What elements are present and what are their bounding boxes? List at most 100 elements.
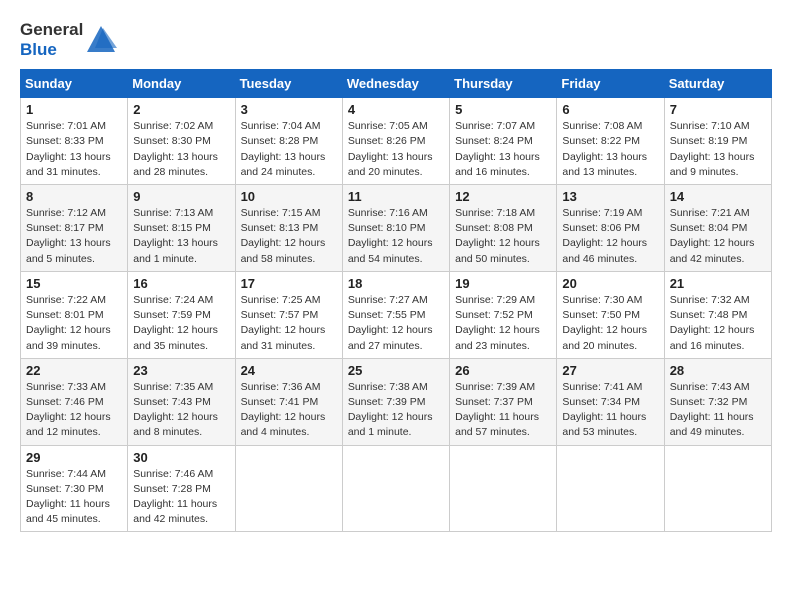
day-cell-4: 4 Sunrise: 7:05 AM Sunset: 8:26 PM Dayli…: [342, 98, 449, 185]
daylight-hours: Daylight: 13 hours and 13 minutes.: [562, 151, 647, 178]
day-cell-28: 28 Sunrise: 7:43 AM Sunset: 7:32 PM Dayl…: [664, 358, 771, 445]
sunrise-time: Sunrise: 7:10 AM: [670, 120, 750, 132]
day-number: 6: [562, 102, 658, 117]
empty-cell: [557, 445, 664, 532]
sunset-time: Sunset: 8:30 PM: [133, 135, 211, 147]
empty-cell: [664, 445, 771, 532]
day-info: Sunrise: 7:08 AM Sunset: 8:22 PM Dayligh…: [562, 119, 658, 180]
daylight-hours: Daylight: 11 hours and 49 minutes.: [670, 411, 754, 438]
sunset-time: Sunset: 7:59 PM: [133, 309, 211, 321]
sunrise-time: Sunrise: 7:08 AM: [562, 120, 642, 132]
sunset-time: Sunset: 8:24 PM: [455, 135, 533, 147]
sunset-time: Sunset: 8:01 PM: [26, 309, 104, 321]
daylight-hours: Daylight: 12 hours and 12 minutes.: [26, 411, 111, 438]
sunrise-time: Sunrise: 7:36 AM: [241, 381, 321, 393]
sunrise-time: Sunrise: 7:33 AM: [26, 381, 106, 393]
sunrise-time: Sunrise: 7:07 AM: [455, 120, 535, 132]
daylight-hours: Daylight: 13 hours and 28 minutes.: [133, 151, 218, 178]
calendar-week-2: 8 Sunrise: 7:12 AM Sunset: 8:17 PM Dayli…: [21, 184, 772, 271]
day-cell-21: 21 Sunrise: 7:32 AM Sunset: 7:48 PM Dayl…: [664, 271, 771, 358]
day-number: 18: [348, 276, 444, 291]
day-number: 17: [241, 276, 337, 291]
sunset-time: Sunset: 7:37 PM: [455, 396, 533, 408]
day-cell-7: 7 Sunrise: 7:10 AM Sunset: 8:19 PM Dayli…: [664, 98, 771, 185]
sunrise-time: Sunrise: 7:30 AM: [562, 294, 642, 306]
day-info: Sunrise: 7:12 AM Sunset: 8:17 PM Dayligh…: [26, 206, 122, 267]
day-info: Sunrise: 7:25 AM Sunset: 7:57 PM Dayligh…: [241, 293, 337, 354]
logo-icon: [85, 24, 117, 56]
column-header-thursday: Thursday: [450, 70, 557, 98]
day-number: 13: [562, 189, 658, 204]
day-info: Sunrise: 7:35 AM Sunset: 7:43 PM Dayligh…: [133, 380, 229, 441]
day-info: Sunrise: 7:04 AM Sunset: 8:28 PM Dayligh…: [241, 119, 337, 180]
day-number: 1: [26, 102, 122, 117]
header-row: SundayMondayTuesdayWednesdayThursdayFrid…: [21, 70, 772, 98]
day-cell-15: 15 Sunrise: 7:22 AM Sunset: 8:01 PM Dayl…: [21, 271, 128, 358]
sunrise-time: Sunrise: 7:12 AM: [26, 207, 106, 219]
day-info: Sunrise: 7:18 AM Sunset: 8:08 PM Dayligh…: [455, 206, 551, 267]
day-cell-3: 3 Sunrise: 7:04 AM Sunset: 8:28 PM Dayli…: [235, 98, 342, 185]
sunset-time: Sunset: 8:22 PM: [562, 135, 640, 147]
day-number: 28: [670, 363, 766, 378]
day-info: Sunrise: 7:24 AM Sunset: 7:59 PM Dayligh…: [133, 293, 229, 354]
sunrise-time: Sunrise: 7:13 AM: [133, 207, 213, 219]
day-number: 3: [241, 102, 337, 117]
daylight-hours: Daylight: 13 hours and 1 minute.: [133, 237, 218, 264]
day-info: Sunrise: 7:07 AM Sunset: 8:24 PM Dayligh…: [455, 119, 551, 180]
day-number: 29: [26, 450, 122, 465]
day-cell-18: 18 Sunrise: 7:27 AM Sunset: 7:55 PM Dayl…: [342, 271, 449, 358]
sunrise-time: Sunrise: 7:35 AM: [133, 381, 213, 393]
day-cell-16: 16 Sunrise: 7:24 AM Sunset: 7:59 PM Dayl…: [128, 271, 235, 358]
sunrise-time: Sunrise: 7:22 AM: [26, 294, 106, 306]
sunset-time: Sunset: 8:15 PM: [133, 222, 211, 234]
day-cell-29: 29 Sunrise: 7:44 AM Sunset: 7:30 PM Dayl…: [21, 445, 128, 532]
day-number: 27: [562, 363, 658, 378]
day-number: 26: [455, 363, 551, 378]
calendar-week-4: 22 Sunrise: 7:33 AM Sunset: 7:46 PM Dayl…: [21, 358, 772, 445]
daylight-hours: Daylight: 11 hours and 45 minutes.: [26, 498, 110, 525]
sunrise-time: Sunrise: 7:15 AM: [241, 207, 321, 219]
day-cell-27: 27 Sunrise: 7:41 AM Sunset: 7:34 PM Dayl…: [557, 358, 664, 445]
day-number: 25: [348, 363, 444, 378]
day-cell-8: 8 Sunrise: 7:12 AM Sunset: 8:17 PM Dayli…: [21, 184, 128, 271]
day-cell-30: 30 Sunrise: 7:46 AM Sunset: 7:28 PM Dayl…: [128, 445, 235, 532]
day-cell-19: 19 Sunrise: 7:29 AM Sunset: 7:52 PM Dayl…: [450, 271, 557, 358]
sunset-time: Sunset: 7:57 PM: [241, 309, 319, 321]
daylight-hours: Daylight: 12 hours and 4 minutes.: [241, 411, 326, 438]
sunset-time: Sunset: 7:32 PM: [670, 396, 748, 408]
day-info: Sunrise: 7:15 AM Sunset: 8:13 PM Dayligh…: [241, 206, 337, 267]
daylight-hours: Daylight: 12 hours and 39 minutes.: [26, 324, 111, 351]
day-info: Sunrise: 7:33 AM Sunset: 7:46 PM Dayligh…: [26, 380, 122, 441]
day-info: Sunrise: 7:02 AM Sunset: 8:30 PM Dayligh…: [133, 119, 229, 180]
day-cell-9: 9 Sunrise: 7:13 AM Sunset: 8:15 PM Dayli…: [128, 184, 235, 271]
day-cell-20: 20 Sunrise: 7:30 AM Sunset: 7:50 PM Dayl…: [557, 271, 664, 358]
sunrise-time: Sunrise: 7:25 AM: [241, 294, 321, 306]
sunset-time: Sunset: 7:43 PM: [133, 396, 211, 408]
sunrise-time: Sunrise: 7:24 AM: [133, 294, 213, 306]
sunset-time: Sunset: 7:30 PM: [26, 483, 104, 495]
sunrise-time: Sunrise: 7:29 AM: [455, 294, 535, 306]
day-cell-23: 23 Sunrise: 7:35 AM Sunset: 7:43 PM Dayl…: [128, 358, 235, 445]
day-info: Sunrise: 7:44 AM Sunset: 7:30 PM Dayligh…: [26, 467, 122, 528]
day-info: Sunrise: 7:21 AM Sunset: 8:04 PM Dayligh…: [670, 206, 766, 267]
day-info: Sunrise: 7:41 AM Sunset: 7:34 PM Dayligh…: [562, 380, 658, 441]
sunrise-time: Sunrise: 7:04 AM: [241, 120, 321, 132]
empty-cell: [342, 445, 449, 532]
day-cell-1: 1 Sunrise: 7:01 AM Sunset: 8:33 PM Dayli…: [21, 98, 128, 185]
sunrise-time: Sunrise: 7:02 AM: [133, 120, 213, 132]
sunrise-time: Sunrise: 7:41 AM: [562, 381, 642, 393]
column-header-monday: Monday: [128, 70, 235, 98]
day-info: Sunrise: 7:13 AM Sunset: 8:15 PM Dayligh…: [133, 206, 229, 267]
sunset-time: Sunset: 7:48 PM: [670, 309, 748, 321]
daylight-hours: Daylight: 11 hours and 57 minutes.: [455, 411, 539, 438]
daylight-hours: Daylight: 13 hours and 20 minutes.: [348, 151, 433, 178]
day-number: 16: [133, 276, 229, 291]
sunset-time: Sunset: 8:04 PM: [670, 222, 748, 234]
daylight-hours: Daylight: 12 hours and 16 minutes.: [670, 324, 755, 351]
sunset-time: Sunset: 8:28 PM: [241, 135, 319, 147]
logo: General Blue: [20, 20, 117, 59]
daylight-hours: Daylight: 12 hours and 31 minutes.: [241, 324, 326, 351]
day-number: 12: [455, 189, 551, 204]
day-number: 2: [133, 102, 229, 117]
day-cell-24: 24 Sunrise: 7:36 AM Sunset: 7:41 PM Dayl…: [235, 358, 342, 445]
